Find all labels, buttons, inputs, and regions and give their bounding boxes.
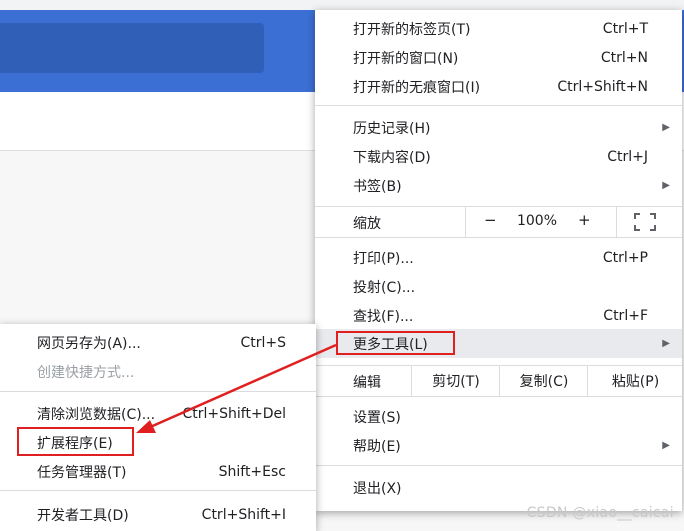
menu-item-label: 查找(F)... <box>353 308 414 325</box>
menu-item-label: 打印(P)... <box>353 250 414 267</box>
menu-item-label: 清除浏览数据(C)... <box>37 406 156 423</box>
menu-item-label: 退出(X) <box>353 480 402 497</box>
tab-strip <box>0 0 684 10</box>
menu-item-shortcut: Ctrl+Shift+Del <box>182 405 286 422</box>
menu-item-shortcut: Ctrl+P <box>602 249 648 266</box>
watermark: CSDN @xiao__caicai <box>526 505 674 521</box>
menu-item-label: 打开新的窗口(N) <box>353 50 459 67</box>
submenu-item-clear-browsing-data[interactable]: 清除浏览数据(C)... Ctrl+Shift+Del <box>0 399 316 428</box>
menu-separator <box>315 396 682 397</box>
menu-item-shortcut: Ctrl+F <box>603 307 648 324</box>
submenu-item-task-manager[interactable]: 任务管理器(T) Shift+Esc <box>0 457 316 486</box>
menu-item-settings[interactable]: 设置(S) <box>315 402 682 431</box>
address-bar[interactable] <box>0 23 264 73</box>
menu-separator <box>315 237 682 238</box>
menu-item-print[interactable]: 打印(P)... Ctrl+P <box>315 243 682 272</box>
edit-label: 编辑 <box>353 375 381 391</box>
menu-separator <box>0 490 316 491</box>
chrome-main-menu: 打开新的标签页(T) Ctrl+T 打开新的窗口(N) Ctrl+N 打开新的无… <box>315 10 682 511</box>
menu-item-shortcut: Ctrl+Shift+I <box>201 506 286 523</box>
menu-item-shortcut: Ctrl+N <box>600 49 648 66</box>
chevron-right-icon: ▶ <box>662 122 670 133</box>
menu-item-shortcut: Ctrl+S <box>240 334 286 351</box>
zoom-controls: − 100% + <box>465 207 682 237</box>
zoom-divider <box>616 207 617 237</box>
menu-item-label: 书签(B) <box>353 178 402 195</box>
menu-item-label: 打开新的标签页(T) <box>353 21 471 38</box>
fullscreen-icon[interactable] <box>634 213 656 231</box>
copy-button[interactable]: 复制(C) <box>499 366 588 396</box>
extensions-highlight-box <box>17 427 134 456</box>
paste-button[interactable]: 粘贴(P) <box>587 366 683 396</box>
cut-button[interactable]: 剪切(T) <box>411 366 500 396</box>
menu-item-cast[interactable]: 投射(C)... <box>315 272 682 301</box>
menu-item-shortcut: Shift+Esc <box>218 463 286 480</box>
submenu-item-developer-tools[interactable]: 开发者工具(D) Ctrl+Shift+I <box>0 500 316 529</box>
menu-item-new-window[interactable]: 打开新的窗口(N) Ctrl+N <box>315 43 682 72</box>
chevron-right-icon: ▶ <box>662 338 670 349</box>
menu-item-label: 历史记录(H) <box>353 120 431 137</box>
menu-separator <box>0 391 316 392</box>
menu-item-label: 投射(C)... <box>353 279 416 296</box>
menu-item-label: 任务管理器(T) <box>37 464 127 481</box>
zoom-level: 100% <box>516 213 558 229</box>
menu-item-downloads[interactable]: 下载内容(D) Ctrl+J <box>315 142 682 171</box>
menu-item-find[interactable]: 查找(F)... Ctrl+F <box>315 301 682 330</box>
menu-item-help[interactable]: 帮助(E) ▶ <box>315 431 682 460</box>
menu-item-label: 打开新的无痕窗口(I) <box>353 79 481 96</box>
submenu-item-save-page[interactable]: 网页另存为(A)... Ctrl+S <box>0 328 316 357</box>
menu-item-shortcut: Ctrl+T <box>602 20 648 37</box>
menu-separator <box>315 105 682 106</box>
edit-row: 编辑 剪切(T) 复制(C) 粘贴(P) <box>315 366 682 396</box>
chevron-right-icon: ▶ <box>662 180 670 191</box>
more-tools-highlight-box <box>336 331 455 355</box>
menu-separator <box>315 465 682 466</box>
zoom-out-button[interactable]: − <box>484 211 497 229</box>
menu-item-label: 下载内容(D) <box>353 149 431 166</box>
menu-item-label: 创建快捷方式... <box>37 364 135 381</box>
menu-item-label: 帮助(E) <box>353 438 401 455</box>
submenu-item-create-shortcut: 创建快捷方式... <box>0 357 316 386</box>
chevron-right-icon: ▶ <box>662 440 670 451</box>
menu-item-new-incognito-window[interactable]: 打开新的无痕窗口(I) Ctrl+Shift+N <box>315 72 682 101</box>
menu-item-bookmarks[interactable]: 书签(B) ▶ <box>315 171 682 200</box>
menu-item-history[interactable]: 历史记录(H) ▶ <box>315 113 682 142</box>
zoom-label: 缩放 <box>353 216 381 232</box>
menu-item-shortcut: Ctrl+Shift+N <box>557 78 648 95</box>
zoom-in-button[interactable]: + <box>578 211 591 229</box>
zoom-row: 缩放 − 100% + <box>315 207 682 237</box>
menu-item-exit[interactable]: 退出(X) <box>315 473 682 502</box>
menu-item-label: 网页另存为(A)... <box>37 335 141 352</box>
menu-item-shortcut: Ctrl+J <box>607 148 648 165</box>
menu-item-label: 设置(S) <box>353 409 401 426</box>
menu-item-label: 开发者工具(D) <box>37 507 129 524</box>
menu-item-new-tab[interactable]: 打开新的标签页(T) Ctrl+T <box>315 14 682 43</box>
